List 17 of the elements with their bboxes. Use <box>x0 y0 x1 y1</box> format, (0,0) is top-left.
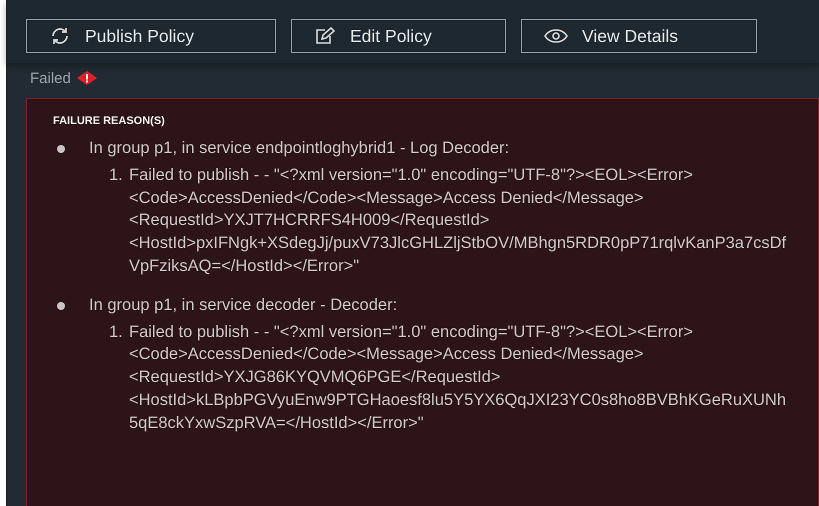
refresh-icon <box>49 27 71 45</box>
error-icon <box>76 71 97 85</box>
panel-title: FAILURE REASON(S) <box>53 115 166 127</box>
list-number: 1. <box>109 322 124 343</box>
view-details-button[interactable]: View Details <box>521 19 757 53</box>
eye-icon <box>544 29 568 43</box>
bullet-icon <box>57 302 65 310</box>
error-message: Failed to publish - - "<?xml version="1.0" encoding="UTF-8"?><EOL><Error><Code>AccessDenied</Code><Message>Access Denied</Message><RequestId>YXJT7HCRRFS4H009</RequestId><HostId>pxIFNgk+XSdegJj/puxV73JlcGHLZljStbOV/MBhgn5RDR0pP71rqlvKanP3a7csDfVpFziksAQ=</HostId></Error>" <box>129 164 788 277</box>
error-message: Failed to publish - - "<?xml version="1.0" encoding="UTF-8"?><EOL><Error><Code>AccessDenied</Code><Message>Access Denied</Message><RequestId>YXJG86KYQVMQ6PGE</RequestId><HostId>kLBpbPGVyuEnw9PTGHaoesf8lu5Y5YX6QqJXI23YC0s8ho8BVBhKGeRuXUNh5qE8ckYxwSzpRVA=</HostId></Error>" <box>129 322 788 434</box>
list-number: 1. <box>109 164 124 186</box>
status-text: Failed <box>30 70 71 86</box>
edit-icon <box>314 27 336 45</box>
bullet-icon <box>57 145 65 153</box>
publish-policy-button[interactable]: Publish Policy <box>26 19 276 53</box>
group-heading: In group p1, in service endpointloghybrid1 - Log Decoder: <box>89 138 510 159</box>
edit-policy-button[interactable]: Edit Policy <box>291 19 506 53</box>
group-heading: In group p1, in service decoder - Decoder: <box>89 294 398 316</box>
